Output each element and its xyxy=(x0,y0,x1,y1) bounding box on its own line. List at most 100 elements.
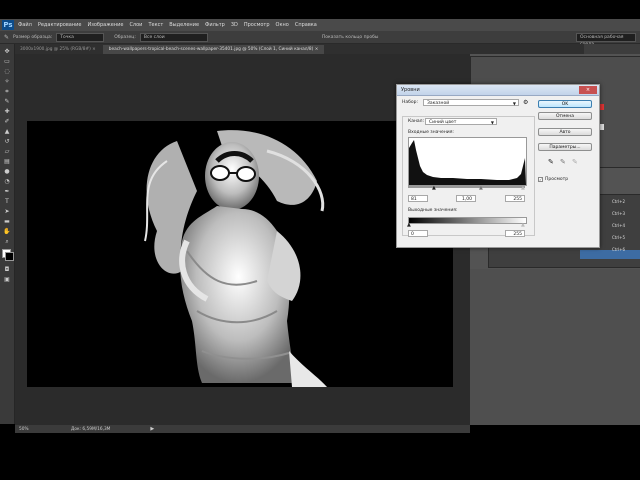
brush-tool-icon[interactable]: ✐ xyxy=(3,118,11,125)
cancel-button[interactable]: Отмена xyxy=(538,112,592,120)
histogram-graph xyxy=(409,140,526,185)
eraser-tool-icon[interactable]: ▱ xyxy=(3,148,11,155)
selected-channel-row[interactable] xyxy=(580,250,640,259)
options-bar: ✎ Размер образца: Точка Образец: Все сло… xyxy=(0,31,640,47)
channel-label: Канал: xyxy=(408,119,425,124)
document-tabs: 3000x1900.jpg @ 25% (RGB/8#) × beach-wal… xyxy=(14,44,584,54)
menu-edit[interactable]: Редактирование xyxy=(38,22,82,28)
eyedropper-icon[interactable]: ✎ xyxy=(4,34,9,41)
sample-select[interactable]: Все слои xyxy=(139,32,208,42)
marquee-tool-icon[interactable]: ▭ xyxy=(3,58,11,65)
sample-size-select[interactable]: Точка xyxy=(56,32,105,42)
pen-tool-icon[interactable]: ✒ xyxy=(3,188,11,195)
chevron-down-icon: ▼ xyxy=(512,101,516,106)
menu-image[interactable]: Изображение xyxy=(87,22,123,28)
menu-bar: Ps Файл Редактирование Изображение Слои … xyxy=(0,19,640,31)
histogram xyxy=(408,137,527,186)
output-gradient-bar xyxy=(408,217,527,224)
preview-checkbox[interactable]: ✓ xyxy=(538,177,543,182)
letterbox-bottom xyxy=(0,433,640,480)
doc-size: Док: 6,59М/16,3М xyxy=(71,426,111,432)
tools-panel: ✥ ▭ ◌ ✧ ⌗ ✎ ✚ ✐ ▲ ↺ ▱ ▤ ● ◔ ✒ T ➤ ▬ ✋ ⌕ … xyxy=(0,44,15,424)
input-levels-label: Входные значения: xyxy=(408,130,454,135)
dodge-tool-icon[interactable]: ◔ xyxy=(3,178,11,185)
channel-value: Синий цвет xyxy=(429,120,457,125)
channel-shortcut-4: Ctrl+4 xyxy=(612,223,626,228)
black-point-eyedropper-icon[interactable]: ✎ xyxy=(548,158,554,166)
stamp-tool-icon[interactable]: ▲ xyxy=(3,128,11,135)
menu-filter[interactable]: Фильтр xyxy=(205,22,225,28)
healing-tool-icon[interactable]: ✚ xyxy=(3,108,11,115)
history-brush-tool-icon[interactable]: ↺ xyxy=(3,138,11,145)
preset-options-gear-icon[interactable]: ⚙ xyxy=(523,99,528,106)
output-levels-label: Выходные значения: xyxy=(408,208,458,213)
output-white-field[interactable]: 255 xyxy=(505,230,525,237)
white-point-eyedropper-icon[interactable]: ✎ xyxy=(572,158,578,166)
close-icon[interactable]: × xyxy=(579,86,597,94)
input-black-field[interactable]: 81 xyxy=(408,195,428,202)
input-white-slider-handle[interactable]: ▲ xyxy=(521,185,525,191)
zoom-tool-icon[interactable]: ⌕ xyxy=(3,238,11,245)
menu-3d[interactable]: 3D xyxy=(231,22,238,28)
channel-shortcut-5: Ctrl+5 xyxy=(612,235,626,240)
dialog-title: Уровни xyxy=(401,87,420,93)
inverted-photo xyxy=(144,130,327,387)
menu-layers[interactable]: Слои xyxy=(129,22,142,28)
menu-type[interactable]: Текст xyxy=(148,22,163,28)
channel-select[interactable]: Синий цвет ▼ xyxy=(425,118,497,125)
options-button[interactable]: Параметры... xyxy=(538,143,592,151)
ok-button[interactable]: OK xyxy=(538,100,592,108)
menu-window[interactable]: Окно xyxy=(276,22,289,28)
input-gamma-field[interactable]: 1,00 xyxy=(456,195,476,202)
move-tool-icon[interactable]: ✥ xyxy=(3,48,11,55)
quick-select-tool-icon[interactable]: ✧ xyxy=(3,78,11,85)
output-black-field[interactable]: 0 xyxy=(408,230,428,237)
tab-document-2[interactable]: beach-wallpapers-tropical-beach-scenes-w… xyxy=(102,45,325,54)
crop-tool-icon[interactable]: ⌗ xyxy=(3,88,11,95)
gray-point-eyedropper-icon[interactable]: ✎ xyxy=(560,158,566,166)
screen-mode-icon[interactable]: ▣ xyxy=(3,276,11,283)
quick-mask-icon[interactable]: ◘ xyxy=(3,266,11,273)
preset-select[interactable]: Заказной ▼ xyxy=(423,99,519,106)
menu-file[interactable]: Файл xyxy=(18,22,32,28)
type-tool-icon[interactable]: T xyxy=(3,198,11,205)
zoom-level[interactable]: 50% xyxy=(19,427,41,432)
status-menu-arrow-icon[interactable]: ▶ xyxy=(150,426,154,432)
layers-panel xyxy=(470,269,640,425)
channel-shortcut-3: Ctrl+3 xyxy=(612,211,626,216)
document-canvas[interactable] xyxy=(27,121,453,387)
hand-tool-icon[interactable]: ✋ xyxy=(3,228,11,235)
menu-view[interactable]: Просмотр xyxy=(244,22,270,28)
input-gamma-slider-handle[interactable]: ▲ xyxy=(479,185,483,191)
channel-shortcut-6: Ctrl+6 xyxy=(612,247,626,252)
lasso-tool-icon[interactable]: ◌ xyxy=(3,68,11,75)
auto-button[interactable]: Авто xyxy=(538,128,592,136)
channel-shortcut-2: Ctrl+2 xyxy=(612,199,626,204)
gradient-tool-icon[interactable]: ▤ xyxy=(3,158,11,165)
input-white-field[interactable]: 255 xyxy=(505,195,525,202)
tab-document-1[interactable]: 3000x1900.jpg @ 25% (RGB/8#) × xyxy=(14,45,102,54)
status-bar: 50% Док: 6,59М/16,3М ▶ xyxy=(15,425,470,433)
output-black-slider-handle[interactable]: ▲ xyxy=(407,222,411,228)
sample-size-label: Размер образца: xyxy=(13,34,53,40)
menu-select[interactable]: Выделение xyxy=(169,22,199,28)
output-white-slider-handle[interactable]: ▲ xyxy=(521,222,525,228)
background-color-swatch[interactable] xyxy=(5,252,14,261)
levels-dialog: Уровни × Набор: Заказной ▼ ⚙ Канал: Сини… xyxy=(396,84,600,248)
menu-help[interactable]: Справка xyxy=(295,22,317,28)
sample-label: Образец: xyxy=(114,34,136,40)
input-black-slider-handle[interactable]: ▲ xyxy=(432,185,436,191)
chevron-down-icon: ▼ xyxy=(490,120,494,125)
preset-label: Набор: xyxy=(402,100,419,105)
eyedropper-tool-icon[interactable]: ✎ xyxy=(3,98,11,105)
preview-label: Просмотр xyxy=(545,177,569,182)
dialog-titlebar[interactable]: Уровни × xyxy=(397,85,599,96)
workspace-select[interactable]: Основная рабочая среда xyxy=(576,32,636,47)
shape-tool-icon[interactable]: ▬ xyxy=(3,218,11,225)
show-ring-option[interactable]: Показать кольцо пробы xyxy=(322,35,379,40)
blur-tool-icon[interactable]: ● xyxy=(3,168,11,175)
photoshop-logo: Ps xyxy=(2,20,14,30)
path-select-tool-icon[interactable]: ➤ xyxy=(3,208,11,215)
preset-value: Заказной xyxy=(427,101,450,106)
panel-header xyxy=(584,44,640,54)
